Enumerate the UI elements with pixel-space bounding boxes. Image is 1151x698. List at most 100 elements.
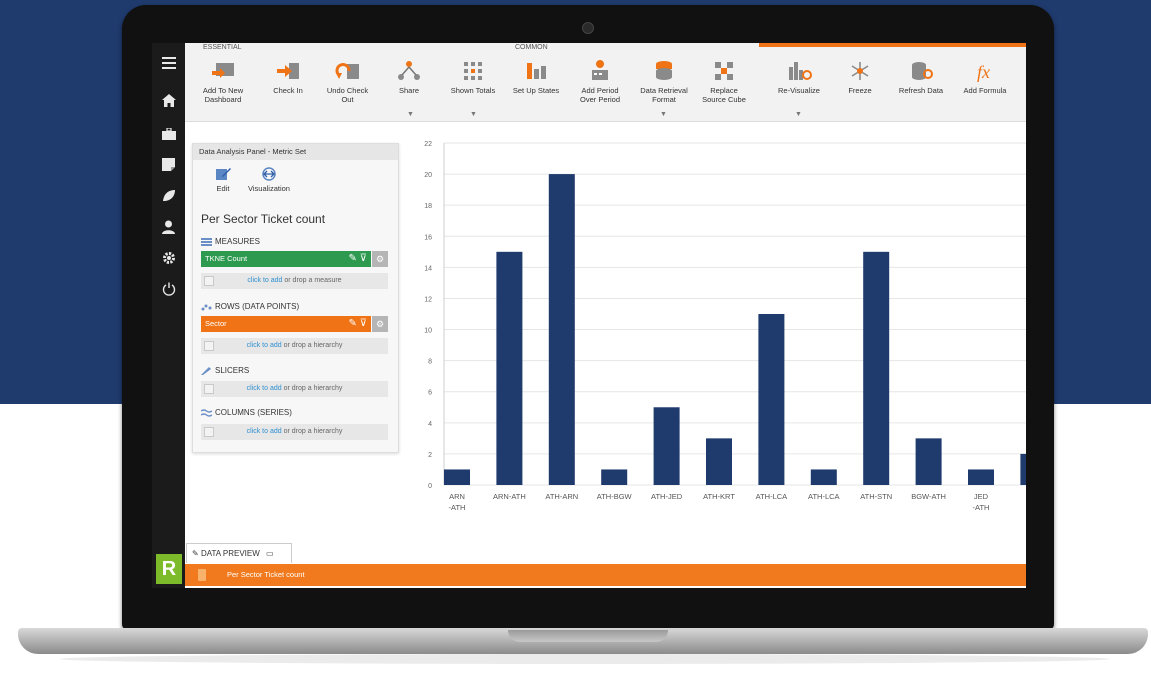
bar (863, 251, 890, 485)
button-label: Shown Totals (450, 86, 496, 95)
re-visualize-button[interactable]: Re-Visualize (769, 59, 829, 95)
filter-icon[interactable]: ⊽ (360, 318, 367, 329)
add-formula-button[interactable]: fx Add Formula (955, 59, 1015, 95)
measure-settings-icon[interactable]: ⚙ (372, 251, 388, 267)
status-bar: Per Sector Ticket count (185, 564, 1026, 586)
dropzone-box (204, 384, 214, 394)
visualization-label: Visualization (248, 184, 290, 193)
columns-icon (201, 409, 212, 417)
button-label: Format (652, 95, 676, 104)
check-in-icon (277, 63, 299, 79)
formula-icon: fx (977, 62, 990, 82)
rows-controls: ✎ ⊽ (349, 316, 368, 332)
x-tick-label: ATH-BGW (597, 492, 633, 501)
dropzone-box (204, 427, 214, 437)
ribbon-accent-line (759, 43, 1026, 47)
group-label-essential: ESSENTIAL (203, 44, 242, 51)
x-tick-label: ARN (449, 492, 465, 501)
bar (810, 469, 837, 485)
period-over-period-icon (592, 60, 608, 80)
panel-title: Data Analysis Panel - Metric Set (193, 144, 398, 160)
shown-totals-dropdown-icon[interactable]: ▼ (470, 111, 477, 118)
bar (758, 314, 785, 485)
freeze-button[interactable]: Freeze (837, 59, 883, 95)
x-tick-label: ATH-KRT (703, 492, 735, 501)
data-preview-tab[interactable]: ✎ DATA PREVIEW ▭ (186, 543, 292, 563)
maximize-icon[interactable]: ▭ (266, 549, 274, 558)
measure-controls: ✎ ⊽ (349, 251, 368, 267)
dropzone-box (204, 276, 214, 286)
button-label: Out (341, 95, 354, 104)
menu-icon[interactable] (152, 51, 185, 75)
slicers-label: SLICERS (215, 366, 250, 375)
svg-text:fx: fx (977, 62, 990, 82)
button-label: Freeze (848, 86, 872, 95)
filter-icon[interactable]: ⊽ (360, 253, 367, 264)
dropzone-text: or drop a hierarchy (281, 342, 343, 349)
freeze-icon (851, 62, 869, 80)
left-nav: R (152, 43, 185, 588)
button-label: Replace (710, 86, 738, 95)
re-visualize-dropdown-icon[interactable]: ▼ (795, 111, 802, 118)
edit-button[interactable]: Edit (208, 166, 238, 193)
shown-totals-button[interactable]: Shown Totals (443, 59, 503, 95)
set-up-states-button[interactable]: Set Up States (508, 59, 564, 95)
bar (496, 251, 523, 485)
laptop-base-notch (508, 630, 668, 642)
power-icon[interactable] (152, 277, 185, 301)
click-to-add-link[interactable]: click to add (247, 428, 282, 435)
dropzone-box (204, 341, 214, 351)
data-retrieval-format-icon (656, 61, 672, 80)
button-label: Add To New (202, 86, 244, 95)
visualization-button[interactable]: Visualization (243, 166, 295, 193)
status-bar-text: Per Sector Ticket count (227, 570, 305, 579)
y-tick-label: 8 (428, 359, 432, 366)
ribbon-toolbar: ESSENTIAL COMMON Add To New Dashboard Che… (185, 43, 1026, 122)
undo-check-out-button[interactable]: Undo Check Out (320, 59, 375, 104)
rows-chip[interactable]: Sector ✎ ⊽ (201, 316, 371, 332)
add-to-new-dashboard-button[interactable]: Add To New Dashboard (193, 59, 253, 104)
measure-chip[interactable]: TKNE Count ✎ ⊽ (201, 251, 371, 267)
gear-icon[interactable] (152, 246, 185, 270)
refresh-data-button[interactable]: Refresh Data (892, 59, 950, 95)
group-label-common: COMMON (515, 44, 548, 51)
data-preview-icon: ✎ (192, 549, 201, 558)
button-label: Data Retrieval (640, 86, 688, 95)
rows-chip-label: Sector (205, 319, 227, 328)
leaf-icon[interactable] (152, 184, 185, 208)
briefcase-icon[interactable] (152, 122, 185, 146)
click-to-add-link[interactable]: click to add (247, 342, 282, 349)
user-icon[interactable] (152, 215, 185, 239)
y-tick-label: 18 (424, 203, 432, 210)
metric-set-name: Per Sector Ticket count (201, 212, 326, 226)
measure-chip-label: TKNE Count (205, 254, 248, 263)
columns-dropzone[interactable]: click to add or drop a hierarchy (201, 424, 388, 440)
dropzone-text: or drop a hierarchy (281, 385, 343, 392)
data-preview-label: DATA PREVIEW (200, 549, 260, 558)
share-button[interactable]: Share (385, 59, 433, 95)
sticky-note-icon[interactable] (152, 153, 185, 177)
share-icon (398, 61, 420, 80)
x-tick-label: ATH-LCA (808, 492, 840, 501)
data-retrieval-dropdown-icon[interactable]: ▼ (660, 111, 667, 118)
add-period-over-period-button[interactable]: Add Period Over Period (571, 59, 629, 104)
y-tick-label: 12 (424, 296, 432, 303)
check-in-button[interactable]: Check In (263, 59, 313, 95)
slicers-dropzone[interactable]: click to add or drop a hierarchy (201, 381, 388, 397)
measure-dropzone[interactable]: click to add or drop a measure (201, 273, 388, 289)
pencil-icon[interactable]: ✎ (349, 253, 357, 264)
x-tick-label: -ATH (973, 503, 990, 512)
re-visualize-icon (789, 62, 812, 80)
replace-source-cube-button[interactable]: Replace Source Cube (693, 59, 755, 104)
home-icon[interactable] (152, 89, 185, 113)
click-to-add-link[interactable]: click to add (247, 277, 282, 284)
app-screen: R ESSENTIAL COMMON Add To New Dashboard C… (152, 43, 1026, 588)
click-to-add-link[interactable]: click to add (247, 385, 282, 392)
share-dropdown-icon[interactable]: ▼ (407, 111, 414, 118)
set-up-states-icon (527, 63, 546, 79)
pencil-icon[interactable]: ✎ (349, 318, 357, 329)
rows-dropzone[interactable]: click to add or drop a hierarchy (201, 338, 388, 354)
data-retrieval-format-button[interactable]: Data Retrieval Format (633, 59, 695, 104)
button-label: Re-Visualize (778, 86, 820, 95)
rows-settings-icon[interactable]: ⚙ (372, 316, 388, 332)
